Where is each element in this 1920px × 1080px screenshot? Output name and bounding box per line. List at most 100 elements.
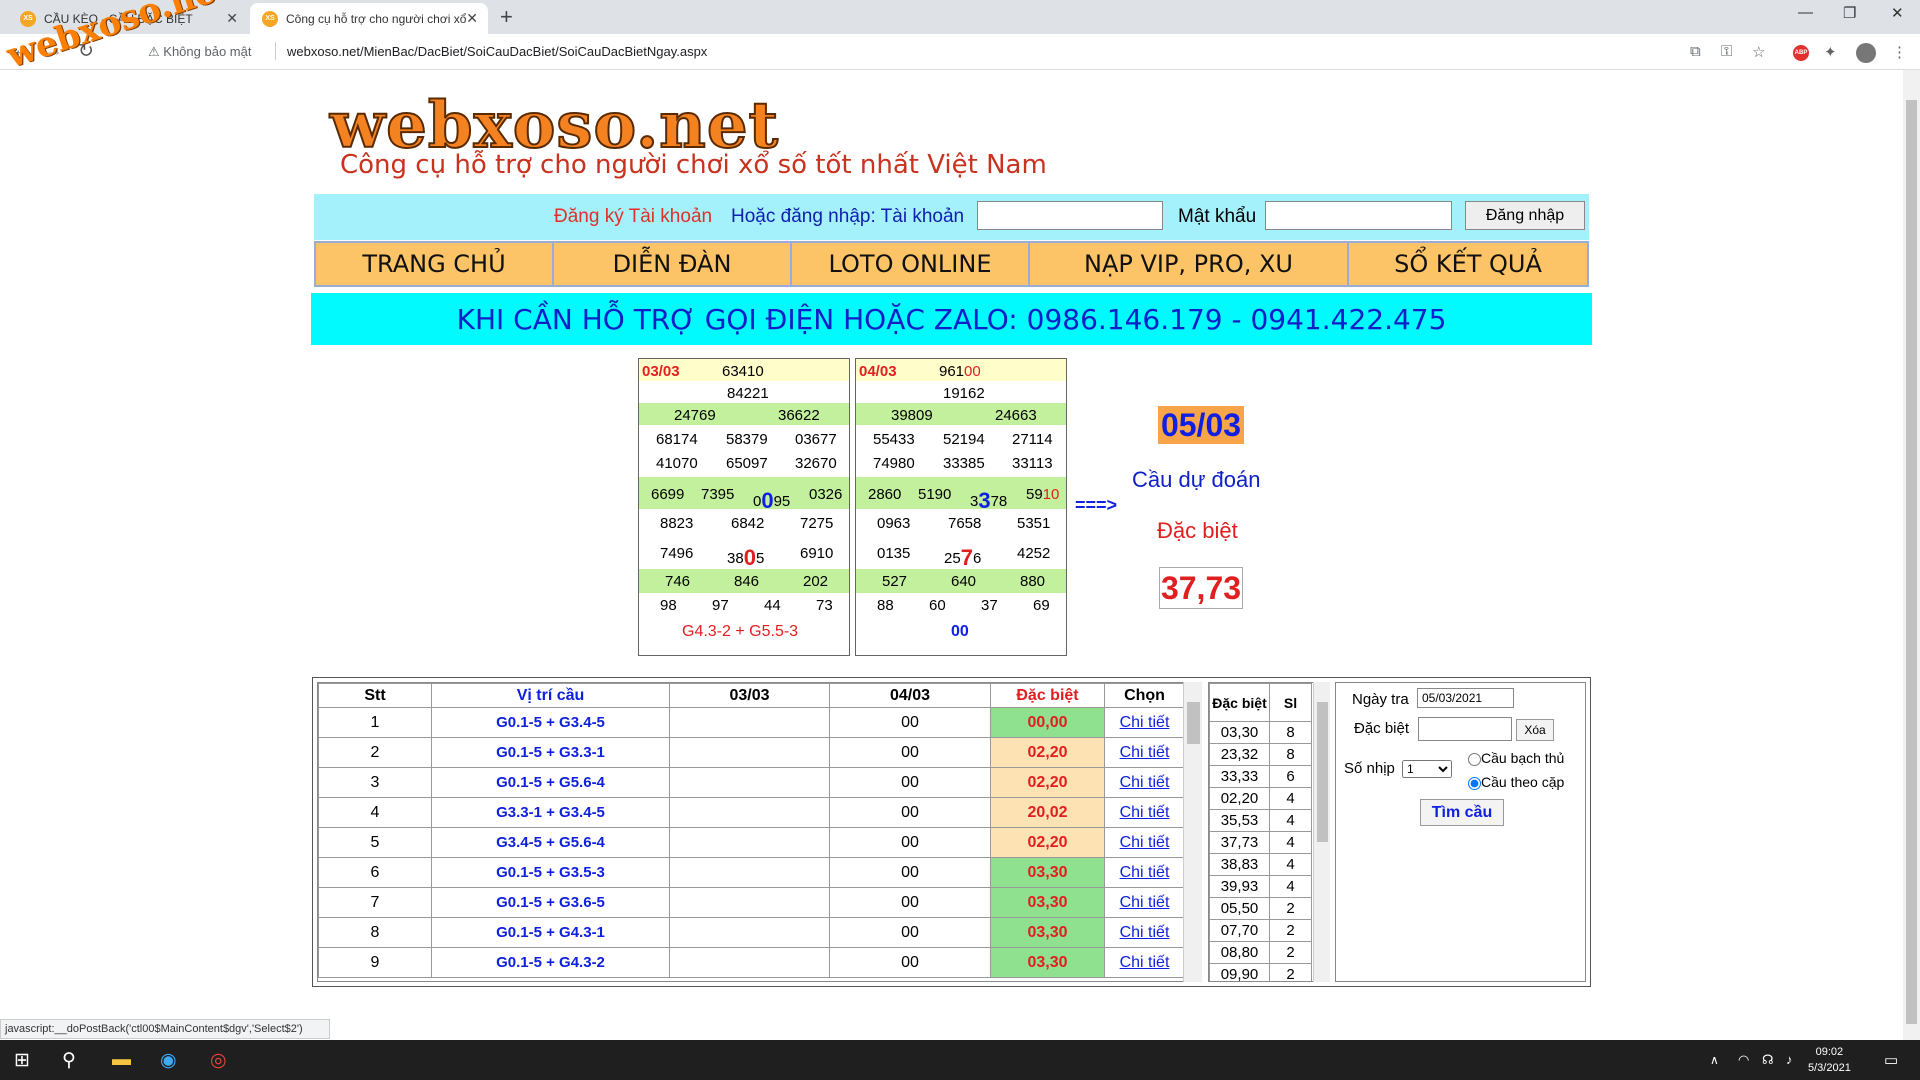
search-icon[interactable]: ⚲ <box>62 1049 76 1072</box>
list-item[interactable]: 23,32 8 <box>1209 743 1312 766</box>
radio-pair[interactable]: Cầu theo cặp <box>1468 774 1564 790</box>
prediction-value: 37,73 <box>1159 567 1243 609</box>
password-input[interactable] <box>1265 201 1452 230</box>
table-row[interactable]: 6 G0.1-5 + G3.5-3 00 03,30 Chi tiết <box>318 857 1185 888</box>
step-select[interactable]: 1 <box>1402 760 1452 778</box>
chrome-icon[interactable]: ◎ <box>210 1049 227 1072</box>
close-icon[interactable]: ✕ <box>226 10 238 27</box>
menu-item-forum[interactable]: DIỄN ĐÀN <box>554 243 792 285</box>
restore-icon[interactable]: ❐ <box>1843 4 1856 22</box>
table-row[interactable]: 1 G0.1-5 + G3.4-5 00 00,00 Chi tiết <box>318 707 1185 738</box>
detail-link[interactable]: Chi tiết <box>1120 804 1170 821</box>
special-input[interactable] <box>1418 717 1512 741</box>
freq-count: 2 <box>1269 963 1312 981</box>
url-bar[interactable]: webxoso.net/MienBac/DacBiet/SoiCauDacBie… <box>287 44 707 59</box>
search-cau-button[interactable]: Tìm cầu <box>1420 799 1504 826</box>
list-item[interactable]: 38,83 4 <box>1209 853 1312 876</box>
prize-row: 00 <box>856 619 1066 643</box>
prize-row: 74980 33385 33113 <box>856 451 1066 477</box>
list-item[interactable]: 02,20 4 <box>1209 787 1312 810</box>
cau-grid[interactable]: Stt Vị trí cầu 03/03 04/03 Đặc biệt Chọn… <box>317 682 1202 982</box>
stt-cell: 2 <box>318 737 432 768</box>
table-row[interactable]: 4 G3.3-1 + G3.4-5 00 20,02 Chi tiết <box>318 797 1185 828</box>
list-item[interactable]: 05,50 2 <box>1209 897 1312 920</box>
chevron-up-icon[interactable]: ∧ <box>1710 1053 1719 1067</box>
folder-icon[interactable]: ▬ <box>112 1049 131 1071</box>
new-tab-icon[interactable]: + <box>500 4 513 30</box>
radio-single[interactable]: Cầu bạch thủ <box>1468 750 1564 766</box>
menu-item-results-book[interactable]: SỔ KẾT QUẢ <box>1349 243 1587 285</box>
puzzle-icon[interactable]: ✦ <box>1824 43 1837 61</box>
list-item[interactable]: 07,70 2 <box>1209 919 1312 942</box>
radio-single-input[interactable] <box>1468 752 1481 766</box>
detail-link[interactable]: Chi tiết <box>1120 744 1170 761</box>
frequency-table[interactable]: Đặc biệt Sl 03,30 8 23,32 8 33,33 6 02,20 4 35,5… <box>1208 682 1330 982</box>
detail-link[interactable]: Chi tiết <box>1120 954 1170 971</box>
prize-value: 24769 <box>674 407 716 424</box>
wifi-icon[interactable]: ◠ <box>1738 1052 1749 1068</box>
detail-link[interactable]: Chi tiết <box>1120 864 1170 881</box>
menu-item-home[interactable]: TRANG CHỦ <box>316 243 554 285</box>
list-item[interactable]: 39,93 4 <box>1209 875 1312 898</box>
prediction-label: Cầu dự đoán <box>1132 467 1261 492</box>
menu-dots-icon[interactable]: ⋮ <box>1892 43 1907 61</box>
detail-link[interactable]: Chi tiết <box>1120 924 1170 941</box>
list-item[interactable]: 33,33 6 <box>1209 765 1312 788</box>
window-close-icon[interactable]: ✕ <box>1891 4 1904 22</box>
stt-cell: 9 <box>318 947 432 978</box>
table-row[interactable]: 2 G0.1-5 + G3.3-1 00 02,20 Chi tiết <box>318 737 1185 768</box>
tab-title: Công cụ hỗ trợ cho người chơi xổ số <box>286 11 466 26</box>
windows-start-icon[interactable]: ⊞ <box>14 1049 30 1072</box>
detail-link[interactable]: Chi tiết <box>1120 894 1170 911</box>
scrollbar-thumb[interactable] <box>1906 100 1917 1024</box>
freq-pair: 23,32 <box>1209 743 1270 766</box>
network-icon[interactable]: ☊ <box>1762 1052 1774 1068</box>
list-item[interactable]: 09,90 2 <box>1209 963 1312 981</box>
detail-link[interactable]: Chi tiết <box>1120 834 1170 851</box>
list-item[interactable]: 03,30 8 <box>1209 721 1312 744</box>
volume-icon[interactable]: ♪ <box>1786 1052 1793 1067</box>
list-item[interactable]: 08,80 2 <box>1209 941 1312 964</box>
table-row[interactable]: 3 G0.1-5 + G5.6-4 00 02,20 Chi tiết <box>318 767 1185 798</box>
menu-item-loto-online[interactable]: LOTO ONLINE <box>792 243 1030 285</box>
login-button[interactable]: Đăng nhập <box>1465 201 1585 230</box>
cast-icon[interactable]: ⧉ <box>1690 43 1701 60</box>
prize-value: 527 <box>882 573 908 590</box>
prize-value: 7275 <box>800 515 834 532</box>
close-icon[interactable]: ✕ <box>466 10 478 27</box>
adblock-icon[interactable]: ABP <box>1793 45 1809 61</box>
table-row[interactable]: 9 G0.1-5 + G4.3-2 00 03,30 Chi tiết <box>318 947 1185 978</box>
system-clock[interactable]: 09:02 5/3/2021 <box>1808 1044 1851 1076</box>
list-item[interactable]: 37,73 4 <box>1209 831 1312 854</box>
username-input[interactable] <box>977 201 1163 230</box>
date-input[interactable] <box>1417 688 1514 708</box>
table-row[interactable]: 8 G0.1-5 + G4.3-1 00 03,30 Chi tiết <box>318 917 1185 948</box>
scrollbar-thumb[interactable] <box>1317 702 1328 842</box>
table-row[interactable]: 5 G3.4-5 + G5.6-4 00 02,20 Chi tiết <box>318 827 1185 858</box>
star-icon[interactable]: ☆ <box>1752 43 1765 61</box>
table-row[interactable]: 7 G0.1-5 + G3.6-5 00 03,30 Chi tiết <box>318 887 1185 918</box>
key-icon[interactable]: ⚿ <box>1721 43 1732 60</box>
freq-pair: 37,73 <box>1209 831 1270 854</box>
notification-icon[interactable]: ▭ <box>1884 1051 1898 1069</box>
special-cell: 03,30 <box>990 857 1105 888</box>
frequency-scrollbar[interactable] <box>1313 682 1330 982</box>
scrollbar-thumb[interactable] <box>1187 702 1200 744</box>
radio-pair-input[interactable] <box>1468 776 1481 790</box>
list-item[interactable]: 35,53 4 <box>1209 809 1312 832</box>
prize-value: 39809 <box>891 407 933 424</box>
detail-link[interactable]: Chi tiết <box>1120 774 1170 791</box>
minimize-icon[interactable]: — <box>1798 4 1813 21</box>
grid-scrollbar[interactable] <box>1183 682 1202 982</box>
browser-tab-2[interactable]: XS Công cụ hỗ trợ cho người chơi xổ số ✕ <box>250 3 488 34</box>
menu-item-vip[interactable]: NẠP VIP, PRO, XU <box>1030 243 1349 285</box>
freq-count: 2 <box>1269 941 1312 964</box>
choose-cell: Chi tiết <box>1104 827 1185 858</box>
clear-button[interactable]: Xóa <box>1516 719 1554 741</box>
edge-icon[interactable]: ◉ <box>160 1049 177 1072</box>
security-indicator[interactable]: ⚠ Không bảo mật <box>148 44 251 60</box>
avatar[interactable] <box>1856 43 1876 63</box>
detail-link[interactable]: Chi tiết <box>1120 714 1170 731</box>
page-scrollbar[interactable] <box>1903 70 1920 1040</box>
register-link[interactable]: Đăng ký Tài khoản <box>554 206 712 228</box>
